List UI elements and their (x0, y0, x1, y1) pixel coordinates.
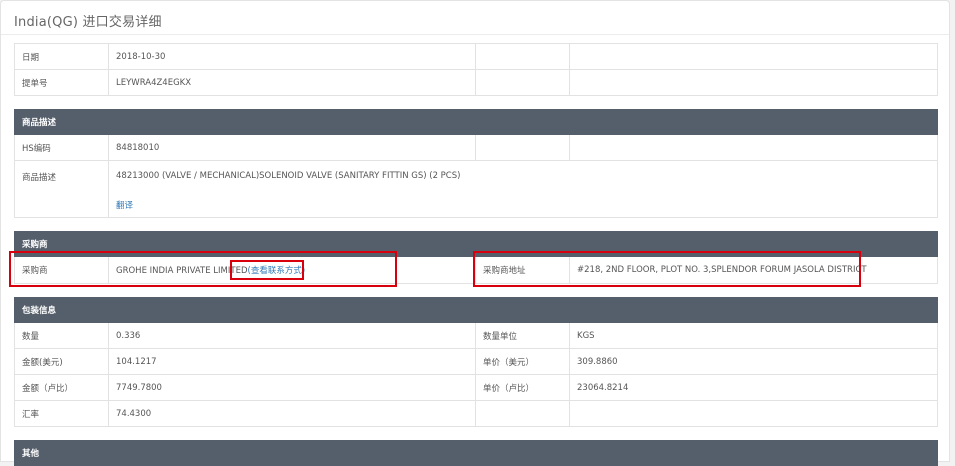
exchange-rate-value: 74.4300 (108, 400, 476, 427)
section-title: 包装信息 (13, 297, 939, 323)
table-row: HS编码 84818010 (14, 134, 939, 161)
date-label: 日期 (14, 43, 109, 70)
quantity-label: 数量 (14, 322, 109, 349)
description-label: 商品描述 (14, 160, 109, 218)
amount-usd-label: 金额(美元) (14, 348, 109, 375)
hs-code-label: HS编码 (14, 134, 109, 161)
table-row: 提单号 LEYWRA4Z4EGKX (14, 69, 938, 96)
amount-inr-value: 7749.7800 (108, 374, 476, 401)
table-row: 金额(美元) 104.1217 单价（美元） 309.8860 (14, 348, 939, 375)
bill-number-value: LEYWRA4Z4EGKX (108, 69, 476, 96)
table-row: 金额（卢比） 7749.7800 单价（卢比） 23064.8214 (14, 374, 939, 401)
buyer-address-value: #218, 2ND FLOOR, PLOT NO. 3,SPLENDOR FOR… (568, 256, 939, 284)
buyer-name-label: 采购商 (14, 256, 109, 284)
buyer-name-value: GROHE INDIA PRIVATE LIMITED (116, 266, 248, 276)
description-value: 48213000 (VALVE / MECHANICAL)SOLENOID VA… (116, 171, 461, 181)
packing-section-header: 包装信息 (13, 297, 939, 323)
empty-cell (568, 400, 939, 427)
table-row: 采购商 GROHE INDIA PRIVATE LIMITED(查看联系方式) … (14, 256, 939, 284)
empty-cell (475, 69, 570, 96)
basic-info-table: 日期 2018-10-30 提单号 LEYWRA4Z4EGKX (14, 43, 938, 96)
table-row: 汇率 74.4300 (14, 400, 939, 427)
empty-cell (569, 43, 938, 70)
view-contact-link[interactable]: (查看联系方式) (248, 266, 306, 276)
unit-price-inr-label: 单价（卢比） (475, 374, 570, 401)
goods-table: 商品描述 HS编码 84818010 商品描述 48213000 (VALVE … (13, 109, 939, 218)
other-table: 其他 (13, 440, 939, 466)
buyer-table: 采购商 采购商 GROHE INDIA PRIVATE LIMITED(查看联系… (13, 231, 939, 284)
table-row: 数量 0.336 数量单位 KGS (14, 322, 939, 349)
packing-table: 包装信息 数量 0.336 数量单位 KGS 金额(美元) 104.1217 单… (13, 297, 939, 427)
empty-cell (475, 43, 570, 70)
translate-link[interactable]: 翻译 (116, 199, 937, 211)
page-title: India(QG) 进口交易详细 (14, 15, 162, 30)
empty-cell (475, 400, 570, 427)
description-cell: 48213000 (VALVE / MECHANICAL)SOLENOID VA… (107, 160, 939, 218)
unit-price-usd-label: 单价（美元） (475, 348, 570, 375)
unit-price-usd-value: 309.8860 (568, 348, 939, 375)
amount-inr-label: 金额（卢比） (14, 374, 109, 401)
trade-detail-panel: India(QG) 进口交易详细 日期 2018-10-30 提单号 LEYWR… (0, 0, 950, 466)
date-value: 2018-10-30 (108, 43, 476, 70)
empty-cell (568, 134, 939, 161)
title-divider (1, 34, 949, 35)
amount-usd-value: 104.1217 (108, 348, 476, 375)
buyer-address-label: 采购商地址 (475, 256, 570, 284)
quantity-unit-label: 数量单位 (475, 322, 570, 349)
table-row: 日期 2018-10-30 (14, 43, 938, 70)
hs-code-value: 84818010 (108, 134, 476, 161)
exchange-rate-label: 汇率 (14, 400, 109, 427)
empty-cell (475, 134, 570, 161)
quantity-value: 0.336 (108, 322, 476, 349)
section-title: 商品描述 (13, 109, 939, 135)
goods-section-header: 商品描述 (13, 109, 939, 135)
unit-price-inr-value: 23064.8214 (568, 374, 939, 401)
empty-cell (569, 69, 938, 96)
buyer-name-cell: GROHE INDIA PRIVATE LIMITED(查看联系方式) (108, 256, 476, 284)
bill-number-label: 提单号 (14, 69, 109, 96)
quantity-unit-value: KGS (568, 322, 939, 349)
buyer-section-header: 采购商 (13, 231, 939, 257)
table-row: 商品描述 48213000 (VALVE / MECHANICAL)SOLENO… (14, 160, 939, 218)
section-title: 采购商 (13, 231, 939, 257)
